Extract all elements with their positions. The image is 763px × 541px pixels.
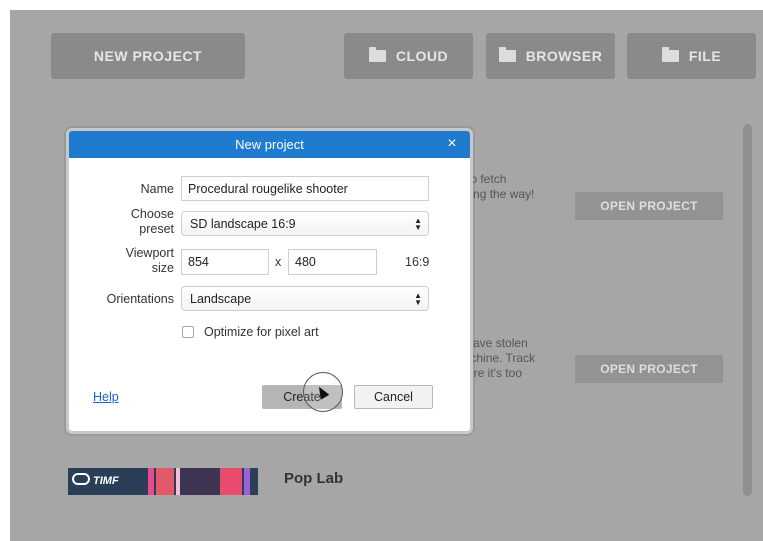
- pixel-art-label: Optimize for pixel art: [204, 325, 319, 339]
- thumbnail-text: TIMF: [93, 475, 119, 487]
- dialog-titlebar: New project ×: [69, 131, 470, 158]
- preset-select[interactable]: SD landscape 16:9 ▲ ▼: [181, 211, 429, 236]
- viewport-height-input[interactable]: [288, 249, 377, 275]
- folder-icon: [661, 47, 679, 62]
- pop-lab-thumbnail: TIMF: [68, 468, 258, 495]
- browser-label: BROWSER: [525, 48, 603, 64]
- preset-label: Choose preset: [130, 207, 174, 236]
- select-arrows-icon: ▲ ▼: [414, 290, 422, 307]
- folder-icon: [498, 47, 516, 62]
- name-input[interactable]: [181, 176, 429, 201]
- orientations-select[interactable]: Landscape ▲ ▼: [181, 286, 429, 311]
- close-icon[interactable]: ×: [444, 136, 460, 152]
- cloud-label: CLOUD: [395, 48, 449, 64]
- preset-value: SD landscape 16:9: [190, 216, 296, 231]
- cloud-icon: [72, 473, 90, 485]
- file-label: FILE: [688, 48, 722, 64]
- folder-icon: [368, 47, 386, 62]
- viewport-width-input[interactable]: [181, 249, 269, 275]
- orientations-label: Orientations: [106, 292, 174, 306]
- project-title: Pop Lab: [284, 470, 344, 487]
- open-project-button[interactable]: OPEN PROJECT: [575, 192, 723, 220]
- file-button[interactable]: FILE: [627, 33, 756, 79]
- help-link[interactable]: Help: [93, 390, 119, 404]
- select-arrows-icon: ▲ ▼: [414, 215, 422, 232]
- scrollbar[interactable]: [743, 124, 752, 496]
- aspect-ratio: 16:9: [405, 255, 430, 269]
- new-project-dialog: New project × Name Choose preset SD land…: [66, 128, 473, 434]
- browser-button[interactable]: BROWSER: [486, 33, 615, 79]
- open-project-button[interactable]: OPEN PROJECT: [575, 355, 723, 383]
- new-project-button[interactable]: NEW PROJECT: [51, 33, 245, 79]
- pixel-art-checkbox[interactable]: [182, 326, 194, 338]
- cancel-button[interactable]: Cancel: [354, 385, 433, 409]
- cloud-button[interactable]: CLOUD: [344, 33, 473, 79]
- viewport-separator: x: [275, 255, 282, 269]
- dialog-title: New project: [235, 137, 304, 152]
- name-label: Name: [140, 182, 174, 196]
- new-project-label: NEW PROJECT: [93, 48, 203, 64]
- orientations-value: Landscape: [190, 291, 252, 306]
- app-background: NEW PROJECT CLOUD BROWSER FILE o to fetc…: [10, 10, 763, 541]
- viewport-label: Viewport size: [125, 246, 174, 275]
